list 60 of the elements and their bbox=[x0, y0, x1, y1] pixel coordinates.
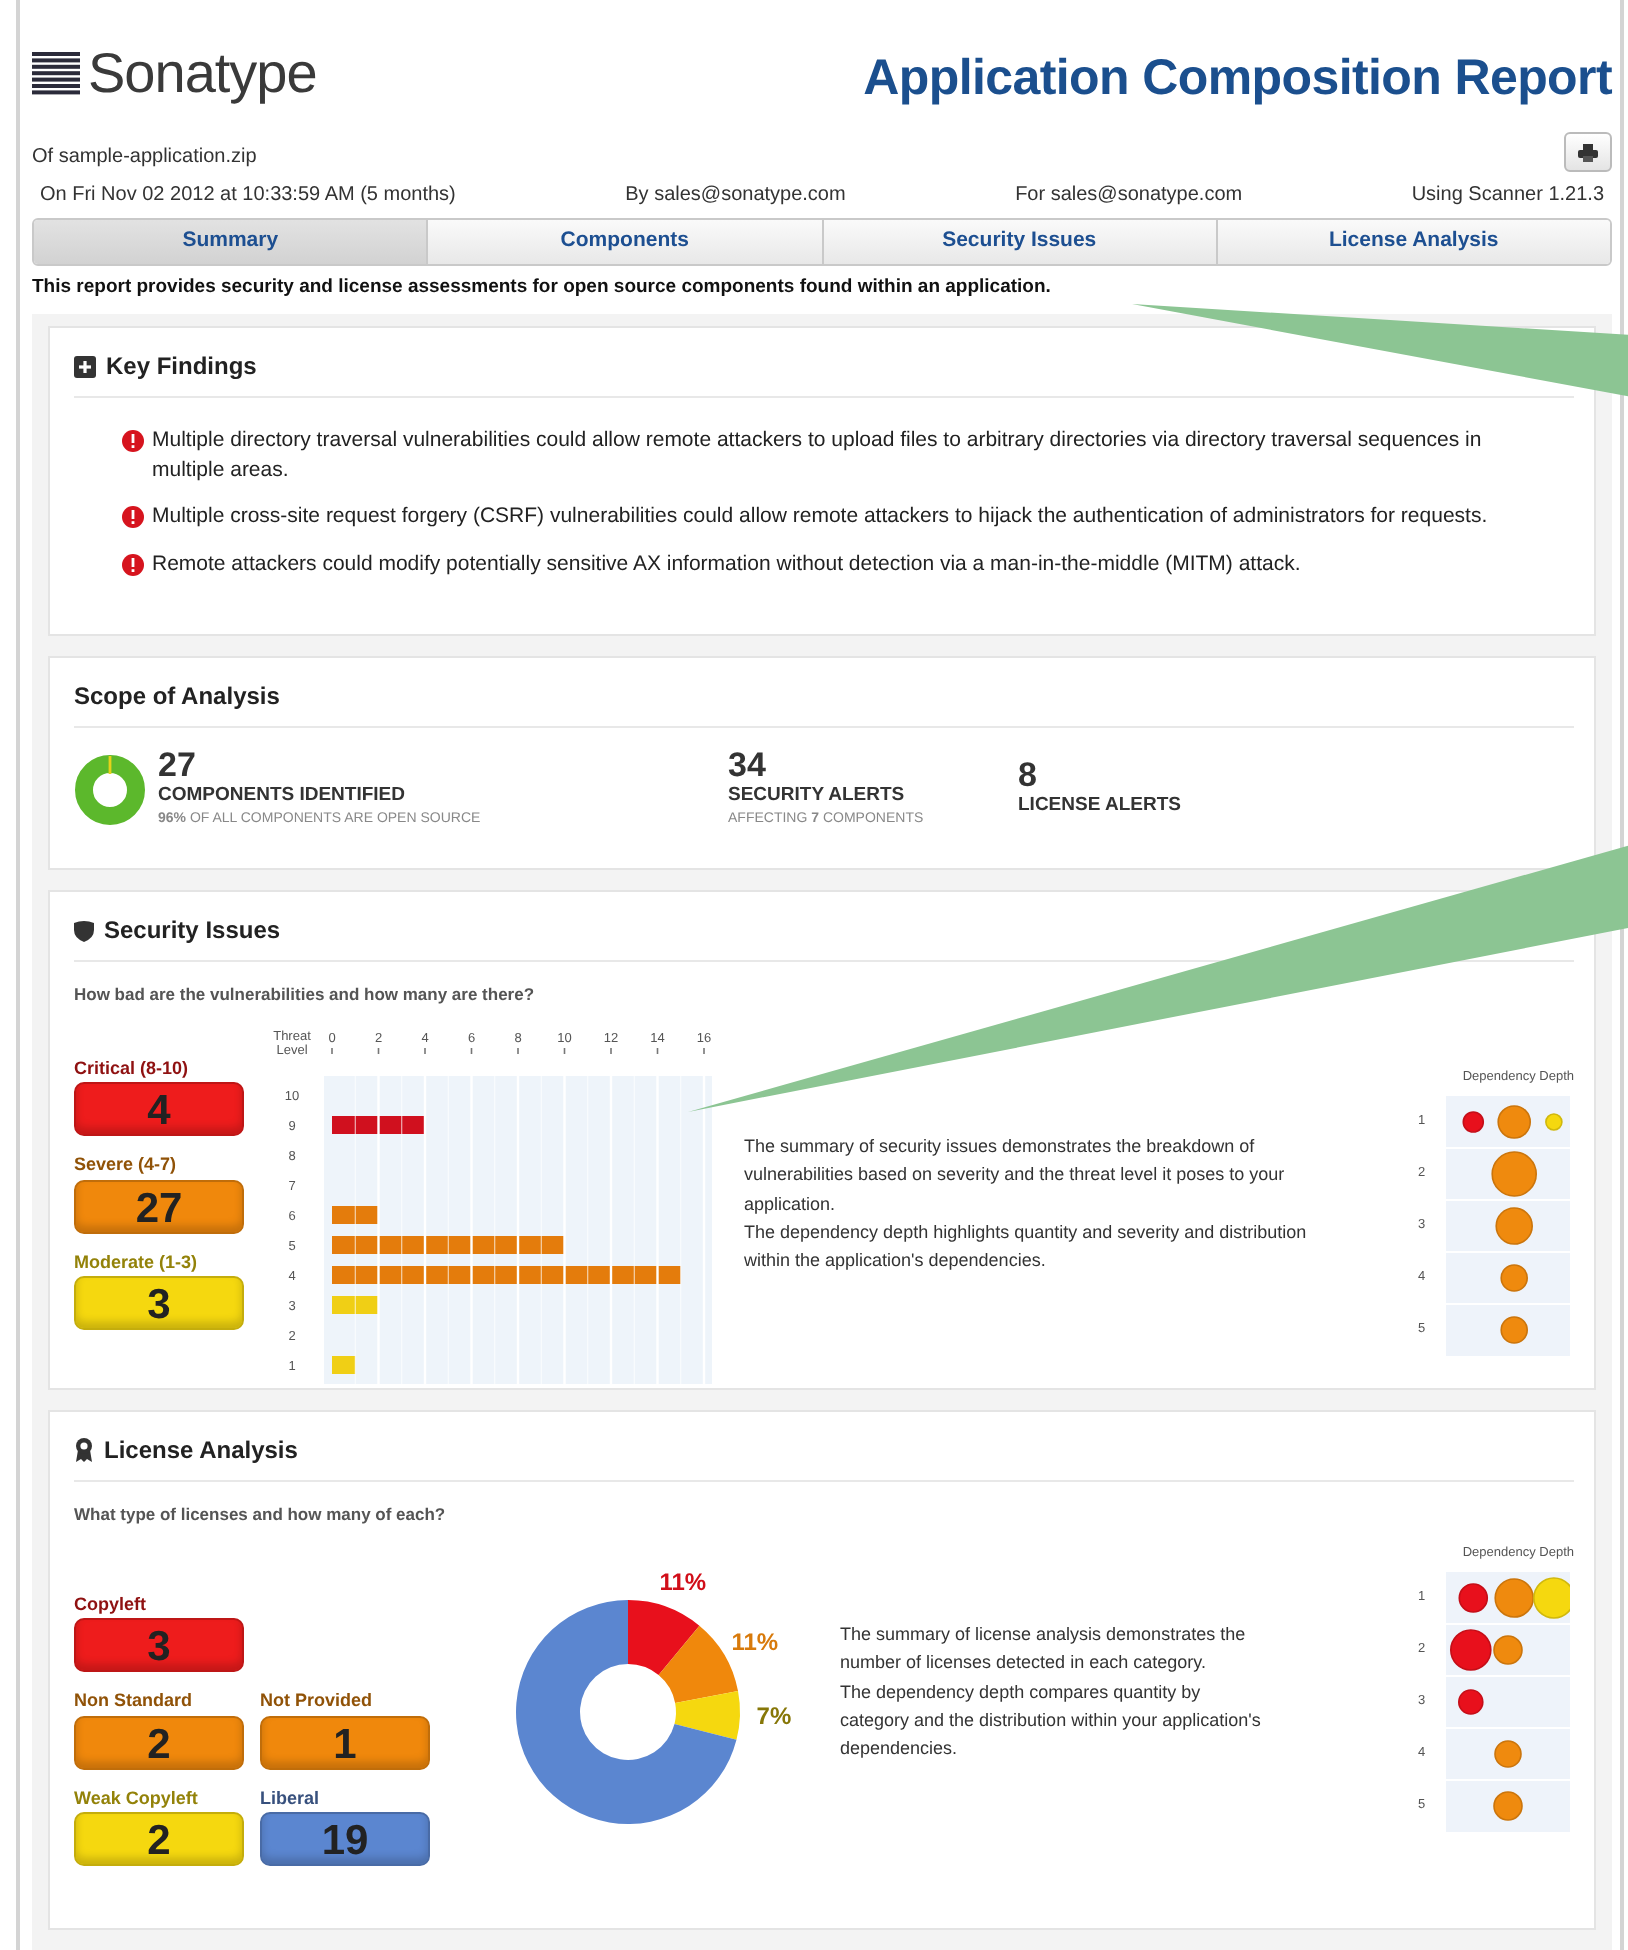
report-meta: Using Scanner 1.21.3 bbox=[1411, 182, 1604, 210]
stat-value: 27 bbox=[158, 748, 198, 782]
tab[interactable]: Components bbox=[428, 220, 823, 264]
tile-label: Moderate (1-3) bbox=[74, 1249, 200, 1276]
printer-icon bbox=[1578, 143, 1598, 161]
count-tile: 19 bbox=[260, 1812, 430, 1867]
stat-value: 34 bbox=[728, 748, 768, 782]
donut-icon bbox=[74, 753, 146, 826]
report-title: Application Composition Report bbox=[863, 47, 1612, 109]
tile-label: Severe (4-7) bbox=[74, 1152, 179, 1179]
ribbon-icon bbox=[74, 1438, 94, 1462]
intro-text: This report provides security and license assessments for open source components found within an application. bbox=[32, 273, 1053, 302]
count-tile: 27 bbox=[74, 1179, 244, 1234]
tile-label: Critical (8-10) bbox=[74, 1055, 191, 1082]
description-text: The summary of security issues demonstrates the breakdown of vulnerabilities based on severity and the threat level it poses to your application. bbox=[744, 1133, 1287, 1218]
count-tile: 4 bbox=[74, 1082, 244, 1137]
alert-icon bbox=[122, 430, 144, 452]
count-tile: 1 bbox=[260, 1715, 430, 1770]
report-meta: By sales@sonatype.com bbox=[625, 182, 846, 210]
finding-text: Multiple directory traversal vulnerabilities could allow remote attackers to upload files to arbitrary directories via directory traversal sequences in multiple areas. bbox=[152, 426, 1484, 487]
logo-text: Sonatype bbox=[88, 40, 317, 108]
count-tile: 3 bbox=[74, 1276, 244, 1331]
print-button[interactable] bbox=[1564, 132, 1612, 172]
count-tile: 2 bbox=[74, 1812, 244, 1867]
section-title: Key Findings bbox=[106, 350, 257, 384]
tile-label: Liberal bbox=[260, 1785, 322, 1812]
data-label: 7% bbox=[756, 1701, 792, 1730]
tile-label: Non Standard bbox=[74, 1688, 195, 1715]
description-text: The summary of license analysis demonstrates the number of licenses detected in each category. bbox=[840, 1621, 1248, 1677]
data-label: 11% bbox=[659, 1567, 707, 1596]
file-name: Of sample-application.zip bbox=[32, 144, 257, 172]
description-text: The dependency depth highlights quantity and severity and distribution within the application's dependencies. bbox=[744, 1219, 1309, 1275]
finding-text: Multiple cross-site request forgery (CSRF) vulnerabilities could allow remote attackers to hijack the authentication of administrators for requests. bbox=[152, 502, 1488, 533]
tile-label: Not Provided bbox=[260, 1688, 375, 1715]
logo-icon bbox=[32, 52, 80, 96]
count-tile: 2 bbox=[74, 1715, 244, 1770]
report-meta: On Fri Nov 02 2012 at 10:33:59 AM (5 months) bbox=[40, 182, 456, 210]
section-title: Scope of Analysis bbox=[74, 680, 280, 714]
tab[interactable]: Summary bbox=[34, 220, 429, 264]
shield-icon bbox=[74, 919, 94, 941]
report-meta: For sales@sonatype.com bbox=[1015, 182, 1243, 210]
tile-label: Weak Copyleft bbox=[74, 1785, 200, 1812]
stat-label: COMPONENTS IDENTIFIED bbox=[158, 782, 408, 810]
alert-icon bbox=[122, 506, 144, 529]
stat-value: 8 bbox=[1018, 758, 1039, 793]
alert-icon bbox=[122, 553, 144, 576]
stat-label: LICENSE ALERTS bbox=[1018, 792, 1183, 821]
stat-label: SECURITY ALERTS bbox=[728, 782, 907, 810]
question-text: How bad are the vulnerabilities and how many are there? bbox=[74, 982, 537, 1008]
finding-text: Remote attackers could modify potentially sensitive AX information without detection via a man-in-the-middle (MITM) attack. bbox=[152, 549, 1301, 580]
count-tile: 3 bbox=[74, 1618, 244, 1673]
section-title: License Analysis bbox=[104, 1434, 298, 1468]
tab[interactable]: License Analysis bbox=[1217, 220, 1610, 264]
description-text: The dependency depth compares quantity by category and the distribution within your application's dependencies. bbox=[840, 1679, 1263, 1763]
tab[interactable]: Security Issues bbox=[823, 220, 1218, 264]
section-title: Security Issues bbox=[104, 914, 281, 948]
data-label: 11% bbox=[731, 1627, 779, 1656]
plus-box-icon bbox=[74, 355, 96, 377]
question-text: What type of licenses and how many of each? bbox=[74, 1502, 448, 1528]
tile-label: Copyleft bbox=[74, 1591, 148, 1618]
